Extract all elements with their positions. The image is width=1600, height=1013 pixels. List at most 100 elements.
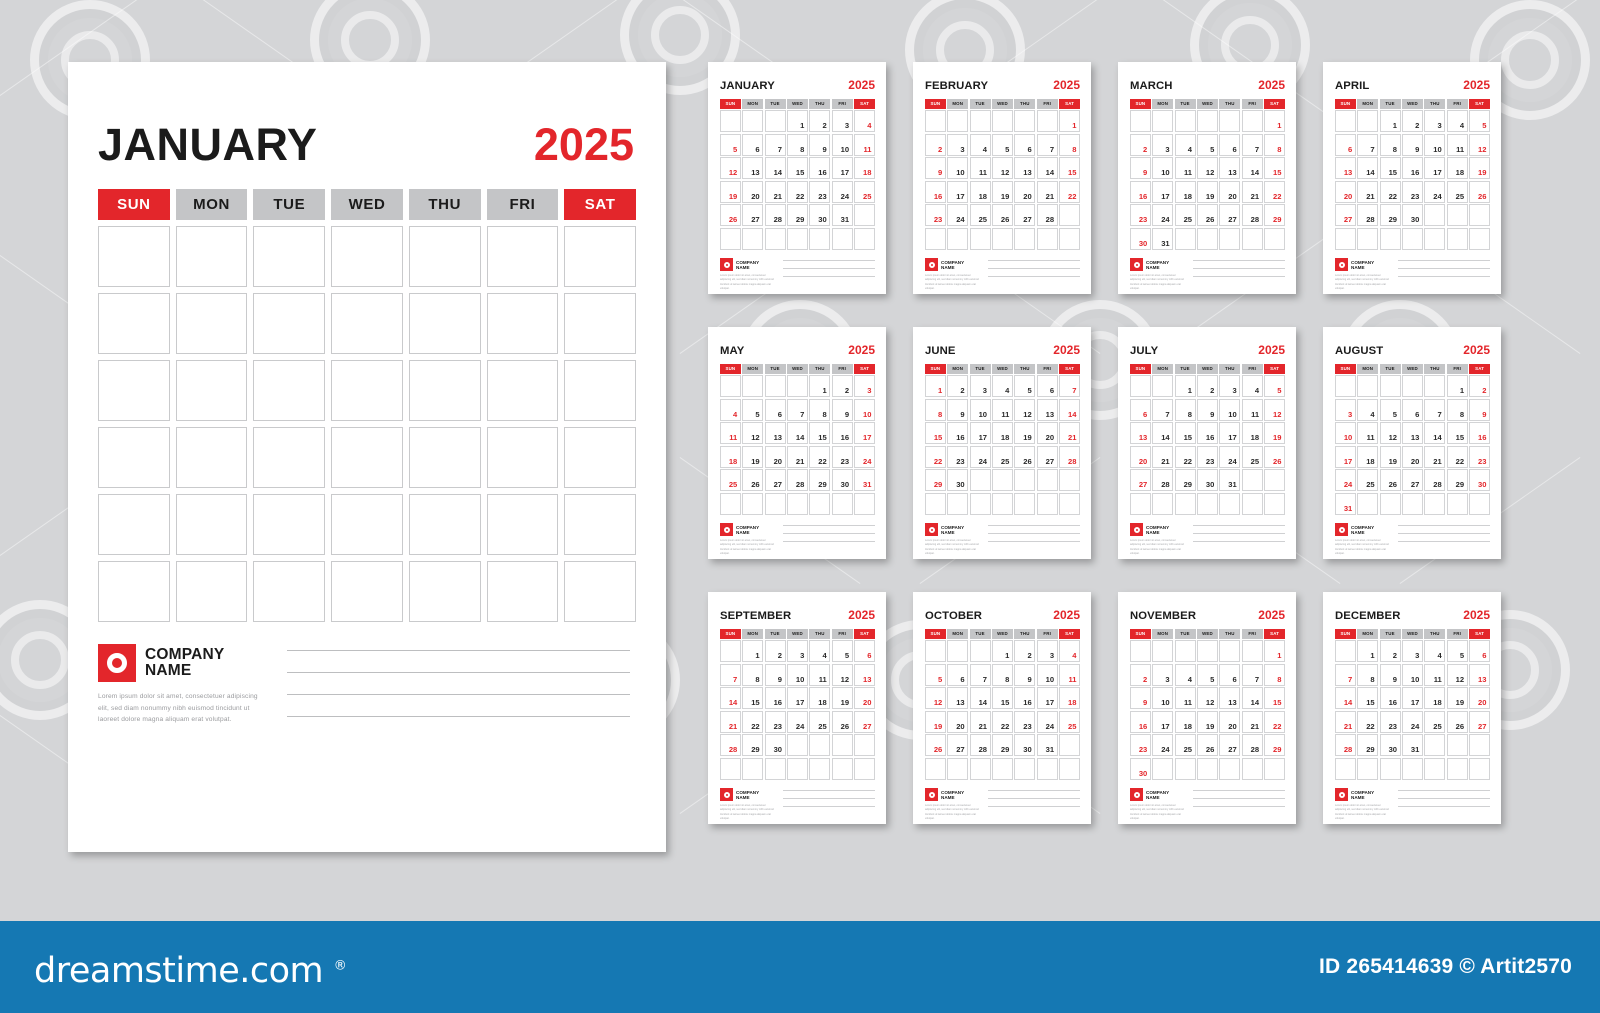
brand-block: COMPANY NAME Lorem ipsum dolor sit amet, c… <box>925 258 981 291</box>
day-number: 11 <box>1251 409 1260 419</box>
day-cell: 23 <box>1130 734 1151 757</box>
month-sheet-footer: COMPANY NAME Lorem ipsum dolor sit amet, c… <box>1335 523 1490 556</box>
day-cell: 14 <box>1357 157 1379 180</box>
weekday-label-mon: MON <box>947 629 969 639</box>
day-cell-empty <box>992 493 1013 516</box>
day-cell-empty <box>1174 758 1196 781</box>
day-cell: 4 <box>969 133 991 156</box>
day-number: 13 <box>1045 409 1055 419</box>
day-number: 23 <box>1138 745 1148 755</box>
day-cell: 21 <box>1036 180 1058 203</box>
weekday-label-tue: TUE <box>253 189 326 220</box>
year-label: 2025 <box>1258 608 1285 622</box>
day-cell: 22 <box>1059 180 1080 203</box>
day-cell: 2 <box>947 375 969 398</box>
day-cell: 2 <box>1130 663 1151 686</box>
day-cell-empty <box>175 360 248 421</box>
day-number: 7 <box>1254 674 1260 684</box>
day-cell-empty <box>175 494 248 555</box>
day-number: 13 <box>773 433 783 443</box>
brand-description: Lorem ipsum dolor sit amet, consectetuer… <box>925 274 979 290</box>
day-cell-empty <box>1174 640 1196 663</box>
day-cell: 10 <box>1424 133 1446 156</box>
note-line <box>783 268 875 270</box>
day-number: 4 <box>733 409 738 419</box>
month-sheet-footer: COMPANY NAME Lorem ipsum dolor sit amet, c… <box>720 523 875 556</box>
day-cell-empty <box>925 493 946 516</box>
day-cell: 15 <box>1264 157 1285 180</box>
day-number: 14 <box>1250 698 1260 708</box>
note-line <box>1398 533 1490 535</box>
day-number: 10 <box>1228 409 1237 419</box>
day-number: 29 <box>1273 745 1282 755</box>
weekday-label-fri: FRI <box>1036 629 1058 639</box>
day-cell: 9 <box>1379 663 1401 686</box>
day-cell: 22 <box>742 710 764 733</box>
note-line <box>287 650 630 651</box>
day-cell-empty <box>1014 228 1036 251</box>
day-number: 6 <box>755 144 760 154</box>
weekday-label-sat: SAT <box>1059 364 1080 374</box>
day-number: 19 <box>1478 168 1487 178</box>
brand-description: Lorem ipsum dolor sit amet, consectetuer… <box>720 804 774 820</box>
weekday-header-row: SUN MON TUE WED THU FRI SAT <box>1335 629 1490 639</box>
brand-description: Lorem ipsum dolor sit amet, consectetuer… <box>925 539 979 555</box>
day-cell-grid: 1 2 3 4 5 6 7 8 9 10 11 12 13 14 15 16 17 18 19 20 21 22 23 24 2… <box>720 640 875 781</box>
day-number: 21 <box>1366 191 1375 201</box>
day-number: 14 <box>1161 433 1170 443</box>
day-cell: 29 <box>925 469 946 492</box>
day-cell: 13 <box>764 422 786 445</box>
brand-name: COMPANY NAME <box>736 790 759 800</box>
day-number: 4 <box>1187 674 1193 684</box>
day-number: 23 <box>1205 456 1215 466</box>
weekday-label-thu: THU <box>1219 364 1241 374</box>
day-cell: 29 <box>1446 469 1468 492</box>
day-number: 1 <box>755 651 760 661</box>
day-cell: 13 <box>742 157 764 180</box>
month-sheet-header: MAY 2025 <box>720 343 875 357</box>
day-cell: 7 <box>787 398 808 421</box>
day-cell: 22 <box>1357 710 1379 733</box>
day-cell-grid: 1 2 3 4 5 6 7 8 9 10 11 12 13 14 15 16 17 18 19 20 21 22 23 24 2… <box>720 375 875 516</box>
weekday-label-tue: TUE <box>969 364 991 374</box>
day-cell-empty <box>331 561 403 622</box>
day-cell: 6 <box>1219 133 1241 156</box>
day-cell: 25 <box>854 180 875 203</box>
day-cell: 10 <box>1152 687 1174 710</box>
weekday-label-thu: THU <box>1219 629 1241 639</box>
day-cell-empty <box>486 561 559 622</box>
brand-description: Lorem ipsum dolor sit amet, consectetuer… <box>1335 274 1389 290</box>
note-lines <box>783 258 875 291</box>
day-cell: 30 <box>1197 469 1218 492</box>
day-number: 27 <box>1228 215 1237 225</box>
day-number: 20 <box>1138 456 1148 466</box>
day-cell: 26 <box>720 204 741 227</box>
day-cell: 30 <box>1130 228 1151 251</box>
day-cell: 3 <box>854 375 875 398</box>
day-cell: 29 <box>1174 469 1196 492</box>
year-label: 2025 <box>1053 78 1080 92</box>
year-label: 2025 <box>1053 343 1080 357</box>
day-cell: 25 <box>1059 710 1080 733</box>
day-cell: 28 <box>1059 445 1080 468</box>
day-cell-empty <box>720 493 741 516</box>
day-cell-empty <box>564 360 636 421</box>
day-cell-empty <box>1014 758 1036 781</box>
day-number: 1 <box>938 386 943 396</box>
month-title: AUGUST <box>1335 345 1384 357</box>
day-cell-empty <box>1357 758 1379 781</box>
day-cell: 25 <box>1446 180 1468 203</box>
day-number: 29 <box>751 745 760 755</box>
day-cell: 12 <box>1264 398 1285 421</box>
day-cell: 25 <box>1357 469 1379 492</box>
day-cell: 31 <box>854 469 875 492</box>
note-line <box>783 276 875 278</box>
day-number: 28 <box>728 745 738 755</box>
day-cell: 3 <box>831 110 853 133</box>
day-cell-empty <box>742 758 764 781</box>
day-cell: 9 <box>809 133 831 156</box>
day-cell-empty <box>1130 640 1151 663</box>
day-cell: 11 <box>809 663 831 686</box>
day-cell-empty <box>854 204 875 227</box>
day-cell: 26 <box>1014 445 1036 468</box>
